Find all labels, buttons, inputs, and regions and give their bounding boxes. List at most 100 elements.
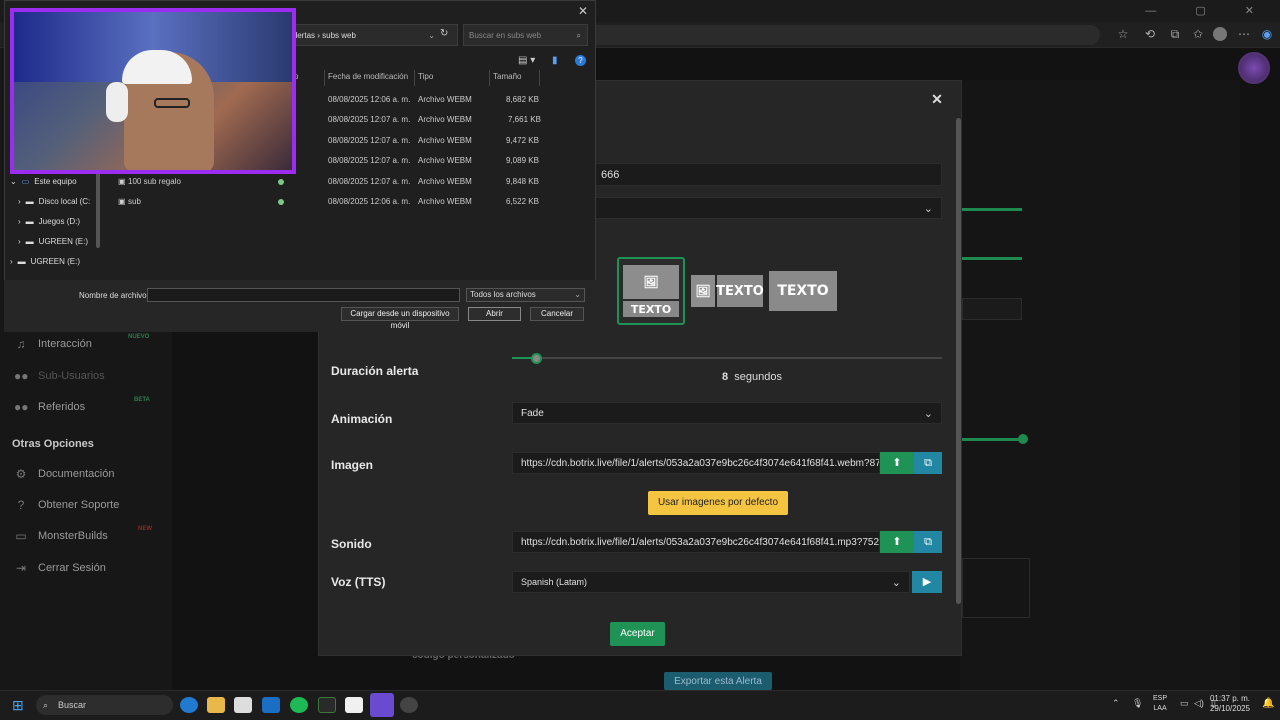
file-type-select[interactable]: Todos los archivos ⌄ — [466, 288, 585, 302]
file-icon: ▣ — [118, 177, 126, 186]
upload-image-button[interactable]: ⬆ — [880, 452, 914, 474]
taskbar-search[interactable]: ⌕ Buscar — [36, 695, 173, 715]
modal-scrollbar[interactable] — [956, 118, 961, 604]
table-row[interactable]: ▣ 100 sub regalo 08/08/2025 12:07 a. m. Arc… — [110, 177, 550, 191]
row-type: Archivo WEBM — [418, 95, 472, 104]
row-size: 8,682 KB — [506, 95, 539, 104]
bg-slider-track — [962, 438, 1022, 441]
row-type: Archivo WEBM — [418, 136, 472, 145]
tree-item-juegos-d[interactable]: › ▬ Juegos (D:) — [18, 217, 80, 226]
layout-option-stacked[interactable]: 🖼 TEXTO — [617, 257, 685, 325]
sidebar-item-soporte[interactable]: ? Obtener Soporte — [14, 495, 120, 515]
animation-select[interactable]: Fade ⌄ — [512, 402, 942, 424]
play-tts-button[interactable]: ▶ — [912, 571, 942, 593]
image-url-field[interactable]: https://cdn.botrix.live/file/1/alerts/05… — [512, 452, 880, 474]
sidebar-item-referidos[interactable]: ●● Referidos BETA — [14, 397, 150, 417]
cancel-button[interactable]: Cancelar — [530, 307, 584, 321]
app-icon[interactable] — [400, 697, 418, 713]
sidebar-item-interaccion[interactable]: ♫ Interacción NUEVO — [14, 334, 150, 354]
window-controls[interactable]: — ▢ ✕ — [1145, 4, 1272, 17]
close-icon[interactable]: ✕ — [578, 4, 588, 18]
upload-sound-button[interactable]: ⬆ — [880, 531, 914, 553]
gear-icon: ⚙ — [15, 467, 27, 481]
favorites-icon[interactable]: ✩ — [1191, 27, 1205, 41]
search-input[interactable]: Buscar en subs web ⌕ — [463, 24, 588, 46]
export-alert-button[interactable]: Exportar esta Alerta — [664, 672, 772, 690]
value-field[interactable]: 666 — [592, 163, 942, 186]
webcam-overlay — [10, 8, 296, 174]
mic-icon[interactable]: 🎙 — [1132, 698, 1143, 709]
row-size: 6,522 KB — [506, 197, 539, 206]
filename-input[interactable] — [147, 288, 460, 302]
duration-value: 8 — [722, 371, 729, 383]
table-row[interactable]: ▣ sub 08/08/2025 12:06 a. m. Archivo WEBM 6,… — [110, 197, 550, 211]
chevron-down-icon: ⌄ — [923, 407, 933, 420]
avatar[interactable] — [1238, 52, 1270, 84]
sidebar-item-documentacion[interactable]: ⚙ Documentación — [14, 464, 115, 484]
tree-label: UGREEN (E:) — [38, 237, 89, 246]
tree-label: Juegos (D:) — [38, 217, 81, 226]
volume-icon[interactable]: ◁) — [1194, 698, 1204, 709]
copilot-icon[interactable]: ◉ — [1260, 27, 1274, 41]
open-button[interactable]: Abrir — [468, 307, 521, 321]
tree-item-ugreen-e[interactable]: › ▬ UGREEN (E:) — [18, 237, 88, 246]
mail-icon[interactable] — [262, 697, 280, 713]
xbox-icon[interactable] — [318, 697, 336, 713]
notification-icon[interactable]: 🔔 — [1262, 698, 1274, 709]
more-icon[interactable]: ⋯ — [1237, 27, 1251, 41]
refresh-icon[interactable]: ↻ — [440, 28, 448, 39]
sidebar-item-cerrar-sesion[interactable]: ⇥ Cerrar Sesión — [14, 558, 106, 578]
layout-option-overlay[interactable]: TEXTO — [769, 271, 837, 311]
clock[interactable]: 01:37 p. m. 29/10/2025 — [1210, 694, 1250, 714]
sound-url-field[interactable]: https://cdn.botrix.live/file/1/alerts/05… — [512, 531, 880, 553]
layout-option-side[interactable]: 🖼 TEXTO — [691, 273, 764, 309]
path-current: subs web — [322, 31, 356, 40]
gallery-sound-button[interactable]: ⧉ — [914, 531, 942, 553]
tree-item-disco-c[interactable]: › ▬ Disco local (C: — [18, 197, 90, 206]
split-icon[interactable]: ⧉ — [1168, 27, 1182, 41]
col-type[interactable]: Tipo — [418, 72, 433, 81]
sidebar-item-monsterbuilds[interactable]: ▭ MonsterBuilds NEW — [14, 526, 152, 546]
duration-slider-thumb[interactable] — [531, 353, 542, 364]
mobile-upload-button[interactable]: Cargar desde un dispositivo móvil — [341, 307, 459, 330]
sidebar-item-label: Referidos — [38, 401, 86, 413]
tree-scrollbar[interactable] — [96, 172, 100, 248]
extension-icon[interactable]: ⟲ — [1143, 27, 1157, 41]
users-icon: ●● — [14, 400, 29, 414]
layout-text: TEXTO — [716, 275, 764, 307]
bg-box — [962, 558, 1030, 618]
tree-item-ugreen-e-root[interactable]: › ▬ UGREEN (E:) — [10, 257, 80, 266]
preview-pane-icon[interactable]: ▮ — [552, 55, 558, 66]
duration-slider-track[interactable] — [512, 357, 942, 359]
sync-status-icon — [278, 199, 284, 205]
store-icon[interactable] — [234, 697, 252, 713]
col-modified[interactable]: Fecha de modificación — [328, 72, 408, 81]
edge-icon[interactable] — [180, 697, 198, 713]
breadcrumb[interactable]: alertas › subs web ⌄ — [288, 24, 458, 46]
bg-slider-track — [962, 208, 1022, 211]
tree-item-este-equipo[interactable]: ⌄ ▭ Este equipo — [10, 177, 77, 186]
select-field[interactable]: ⌄ — [592, 197, 942, 219]
sidebar-item-sub-usuarios[interactable]: ●● Sub-Usuarios — [14, 366, 105, 386]
discord-icon[interactable] — [370, 693, 394, 717]
spotify-icon[interactable] — [290, 697, 308, 713]
default-images-button[interactable]: Usar imagenes por defecto — [648, 491, 788, 515]
tts-voice-select[interactable]: Spanish (Latam) ⌄ — [512, 571, 910, 593]
app-icon[interactable] — [345, 697, 363, 713]
gallery-image-button[interactable]: ⧉ — [914, 452, 942, 474]
language-indicator[interactable]: ESP LAA — [1153, 694, 1167, 714]
upload-icon: ⬆ — [892, 457, 902, 469]
chevron-up-icon[interactable]: ⌃ — [1112, 698, 1120, 709]
col-size[interactable]: Tamaño — [493, 72, 521, 81]
star-icon[interactable]: ☆ — [1116, 27, 1130, 41]
view-menu-icon[interactable]: ▤ ▾ — [518, 55, 535, 66]
close-icon[interactable]: ✕ — [930, 92, 944, 106]
profile-icon[interactable] — [1213, 27, 1227, 41]
explorer-icon[interactable] — [207, 697, 225, 713]
accept-button[interactable]: Aceptar — [610, 622, 665, 646]
tts-label: Voz (TTS) — [331, 575, 386, 589]
network-icon[interactable]: ▭ — [1180, 698, 1189, 709]
sound-url: https://cdn.botrix.live/file/1/alerts/05… — [521, 536, 880, 548]
windows-start-icon[interactable]: ⊞ — [12, 697, 28, 713]
help-icon[interactable]: ? — [575, 55, 586, 66]
